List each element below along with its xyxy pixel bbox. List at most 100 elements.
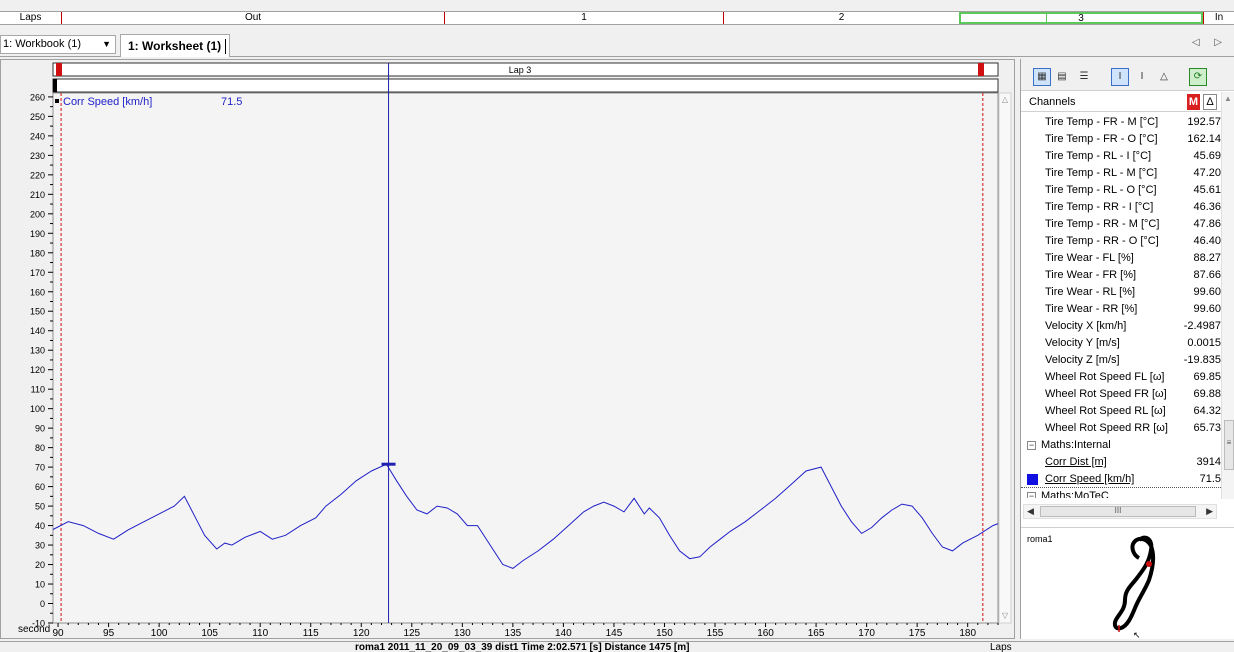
scroll-down-icon[interactable]: ▽ <box>1002 611 1009 620</box>
cursor-mode-icon[interactable]: I <box>1111 68 1129 86</box>
channel-row[interactable]: Wheel Rot Speed RL [ω] 64.32 <box>1021 403 1221 420</box>
channel-row[interactable]: Tire Temp - RL - O [°C] 45.61 <box>1021 182 1221 199</box>
x-tick-label: 175 <box>909 628 926 638</box>
y-tick-label: 180 <box>30 248 45 258</box>
scroll-up-icon[interactable]: ▲ <box>1224 94 1232 103</box>
channel-row[interactable]: Wheel Rot Speed RR [ω] 65.73 <box>1021 420 1221 437</box>
x-axis-label: second <box>18 624 50 635</box>
y-tick-label: 140 <box>30 326 45 336</box>
x-tick-label: 165 <box>808 628 825 638</box>
y-tick-label: 60 <box>35 482 45 492</box>
maths-row-corr-speed[interactable]: Corr Speed [km/h] 71.5 <box>1021 471 1221 488</box>
sheet-nav-arrows[interactable]: ◁ ▷ <box>1192 37 1228 48</box>
channel-row[interactable]: Tire Wear - FR [%] 87.66 <box>1021 267 1221 284</box>
overview-strip[interactable] <box>52 78 999 93</box>
channel-row[interactable]: Tire Wear - RR [%] 99.60 <box>1021 301 1221 318</box>
time-chart[interactable]: Lap 3 △ ▽ -10 0 10 20 30 40 50 60 70 80 90 100 110 12… <box>0 59 1015 639</box>
channel-list-vscroll[interactable]: ▲ ≡ <box>1221 92 1234 499</box>
mode-m-button[interactable]: M <box>1187 94 1200 110</box>
track-map[interactable]: ↖ <box>1021 528 1234 640</box>
mode-delta-button[interactable]: Δ <box>1203 94 1217 110</box>
x-tick-label: 130 <box>454 628 471 638</box>
channel-row[interactable]: Velocity Z [m/s] -19.835 <box>1021 352 1221 369</box>
lap-segment-in[interactable]: In <box>1203 12 1234 24</box>
range-mode-icon[interactable]: I <box>1133 68 1151 86</box>
lap-segment-out[interactable]: Out <box>61 12 444 24</box>
lap-segment-2[interactable]: 2 <box>723 12 959 24</box>
x-tick-label: 140 <box>555 628 572 638</box>
x-tick-label: 95 <box>103 628 115 638</box>
channel-list-vscroll-thumb[interactable]: ≡ <box>1224 420 1234 470</box>
maths-row-corr-dist[interactable]: Corr Dist [m] 3914 <box>1021 454 1221 471</box>
track-outline <box>1112 535 1156 631</box>
lap-strip-end-marker[interactable] <box>978 63 984 76</box>
y-tick-label: 210 <box>30 190 45 200</box>
x-tick-label: 100 <box>151 628 168 638</box>
channel-row[interactable]: Tire Wear - FL [%] 88.27 <box>1021 250 1221 267</box>
channel-row[interactable]: Velocity X [km/h] -2.4987 <box>1021 318 1221 335</box>
channel-list-hscroll-thumb[interactable]: III <box>1040 506 1196 517</box>
worksheet-tab[interactable]: 1: Worksheet (1) <box>120 34 230 57</box>
y-tick-label: 190 <box>30 229 45 239</box>
channel-row[interactable]: Tire Temp - FR - O [°C] 162.14 <box>1021 131 1221 148</box>
lap-segment-1[interactable]: 1 <box>444 12 723 24</box>
channel-list[interactable]: Tire Temp - FR - M [°C] 192.57 Tire Temp … <box>1021 114 1221 498</box>
workbook-select[interactable]: 1: Workbook (1) ▼ <box>0 35 116 54</box>
channel-legend-value: 71.5 <box>221 96 242 108</box>
status-text: roma1 2011_11_20_09_03_39 dist1 Time 2:0… <box>355 642 690 652</box>
channel-legend-name[interactable]: Corr Speed [km/h] <box>63 96 152 108</box>
scroll-up-icon[interactable]: △ <box>1002 95 1009 104</box>
y-tick-label: 240 <box>30 131 45 141</box>
group-row-maths-internal[interactable]: − Maths:Internal <box>1021 437 1221 454</box>
group-row-maths-motec[interactable]: − Maths:MoTeC <box>1021 488 1221 498</box>
overview-strip-handle[interactable] <box>53 79 57 92</box>
worksheet-toolbar: 1: Workbook (1) ▼ 1: Worksheet (1) ◁ ▷ <box>0 33 1234 57</box>
x-tick-label: 110 <box>252 628 268 638</box>
chevron-down-icon: ▼ <box>102 39 111 49</box>
channel-row[interactable]: Velocity Y [m/s] 0.0015 <box>1021 335 1221 352</box>
channel-row[interactable]: Tire Temp - RR - I [°C] 46.36 <box>1021 199 1221 216</box>
channel-row[interactable]: Wheel Rot Speed FL [ω] 69.85 <box>1021 369 1221 386</box>
split-view-icon[interactable]: ▦ <box>1033 68 1051 86</box>
x-tick-label: 170 <box>858 628 875 638</box>
y-tick-label: 160 <box>30 287 45 297</box>
channel-row[interactable]: Tire Temp - RL - I [°C] 45.69 <box>1021 148 1221 165</box>
y-tick-label: 70 <box>35 463 45 473</box>
channel-list-hscroll[interactable]: ◀ III ▶ <box>1023 504 1217 519</box>
scroll-left-icon[interactable]: ◀ <box>1027 505 1034 518</box>
chart-canvas[interactable]: Lap 3 △ ▽ -10010203040506070809010011012… <box>1 60 1014 638</box>
channel-row[interactable]: Tire Temp - RL - M [°C] 47.20 <box>1021 165 1221 182</box>
y-tick-label: 80 <box>35 443 45 453</box>
car-position-marker <box>1146 561 1152 567</box>
status-right: Laps <box>990 642 1012 652</box>
y-tick-label: 230 <box>30 151 45 161</box>
lap-bar-label: Laps <box>19 12 42 23</box>
x-tick-label: 90 <box>52 628 64 638</box>
lap-strip-start-marker[interactable] <box>56 63 62 76</box>
y-tick-label: 220 <box>30 170 45 180</box>
chart-vscroll[interactable] <box>998 92 1012 624</box>
list-view-icon[interactable]: ☰ <box>1075 68 1093 86</box>
channels-panel: ▦ ▤ ☰ I I △ ⟳ Channels M Δ Tire Temp - F… <box>1020 59 1234 640</box>
scroll-right-icon[interactable]: ▶ <box>1206 505 1213 518</box>
refresh-icon[interactable]: ⟳ <box>1189 68 1207 86</box>
overlay-view-icon[interactable]: ▤ <box>1053 68 1071 86</box>
y-tick-label: 30 <box>35 541 45 551</box>
channel-row[interactable]: Tire Temp - FR - M [°C] 192.57 <box>1021 114 1221 131</box>
triangle-icon[interactable]: △ <box>1155 68 1173 86</box>
channel-row[interactable]: Tire Wear - RL [%] 99.60 <box>1021 284 1221 301</box>
channel-row[interactable]: Tire Temp - RR - M [°C] 47.86 <box>1021 216 1221 233</box>
plot-area[interactable] <box>52 92 999 624</box>
y-tick-label: 130 <box>30 346 45 356</box>
channel-row[interactable]: Wheel Rot Speed FR [ω] 69.88 <box>1021 386 1221 403</box>
channel-row[interactable]: Tire Temp - RR - O [°C] 46.40 <box>1021 233 1221 250</box>
collapse-icon[interactable]: − <box>1027 441 1036 450</box>
y-tick-label: 260 <box>30 92 45 102</box>
collapse-icon[interactable]: − <box>1027 492 1036 498</box>
y-tick-label: 250 <box>30 112 45 122</box>
x-tick-label: 135 <box>505 628 522 638</box>
y-tick-label: 10 <box>35 580 45 590</box>
track-map-pane[interactable]: roma1 ↖ <box>1021 527 1234 640</box>
lap-segment-3[interactable]: 3 <box>959 12 1203 24</box>
text-caret <box>225 39 226 54</box>
